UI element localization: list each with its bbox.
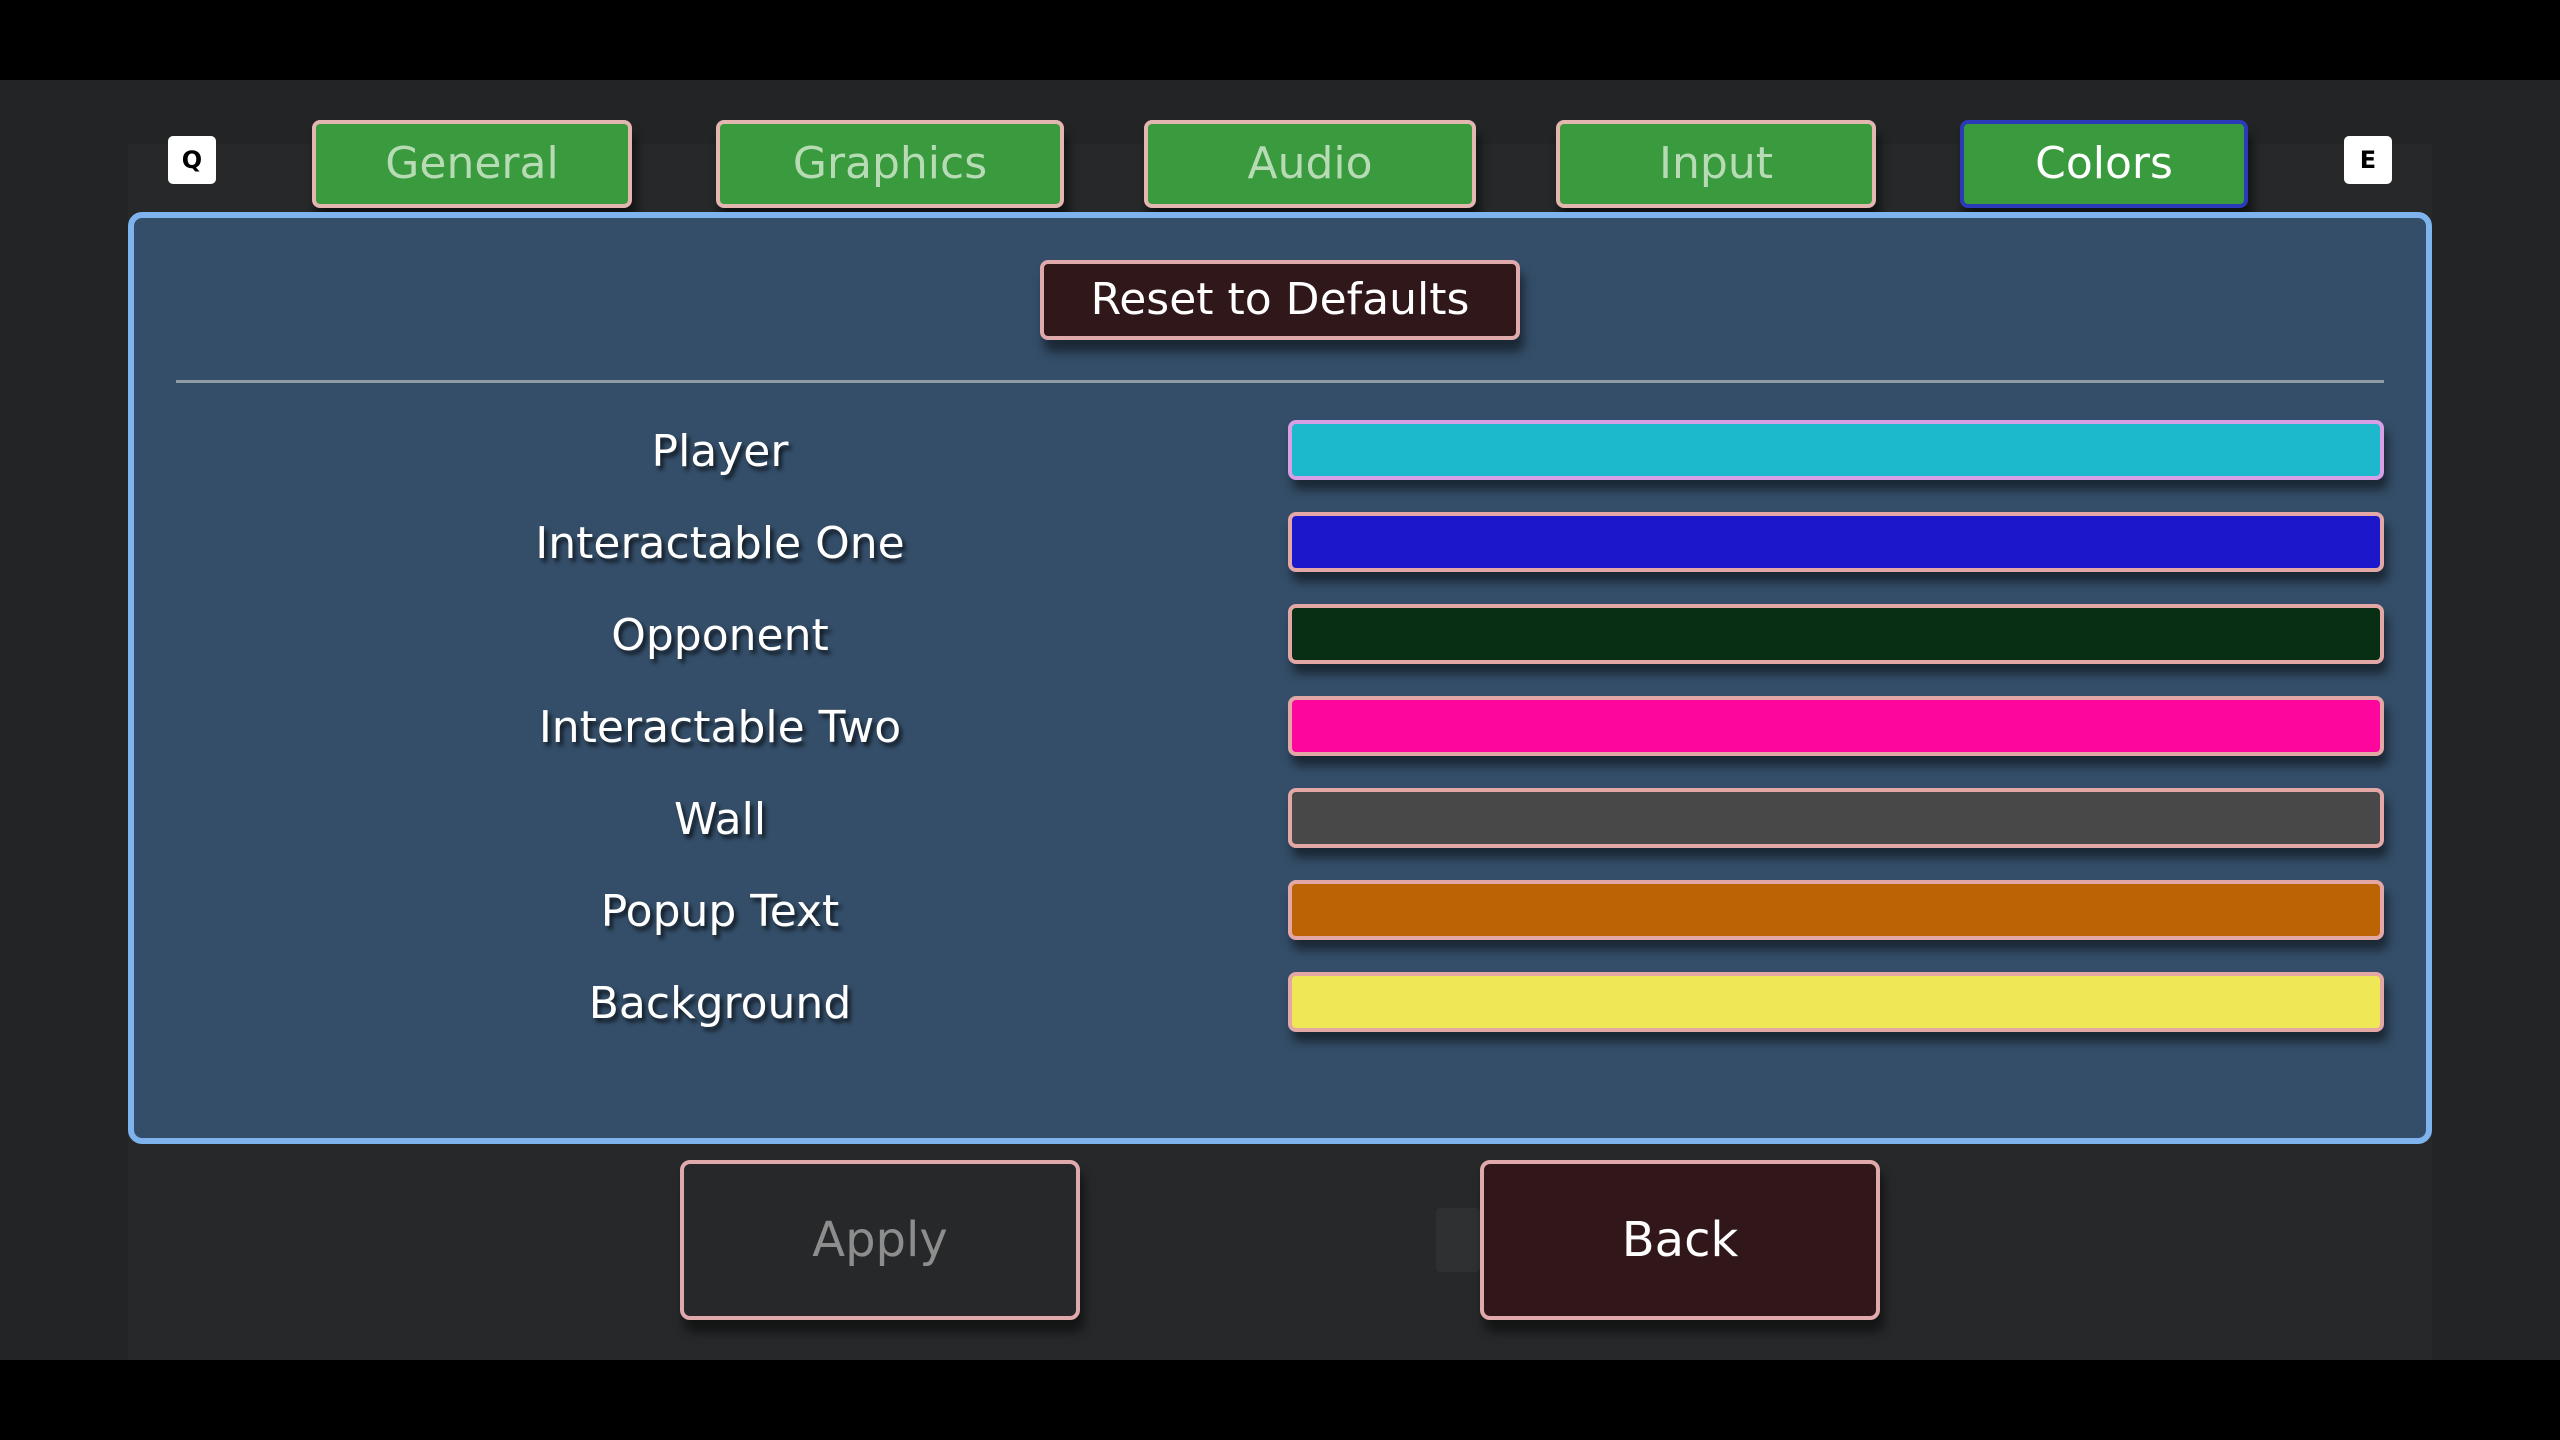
background-color-swatch[interactable] <box>1288 972 2384 1032</box>
tab-general[interactable]: General <box>312 120 632 208</box>
interactable-two-color-swatch[interactable] <box>1288 696 2384 756</box>
background-element <box>1436 1208 1480 1272</box>
interactable-one-label: Interactable One <box>535 518 905 569</box>
tab-input[interactable]: Input <box>1556 120 1876 208</box>
interactable-one-color-swatch[interactable] <box>1288 512 2384 572</box>
player-color-swatch[interactable] <box>1288 420 2384 480</box>
player-label: Player <box>651 426 789 477</box>
tab-colors[interactable]: Colors <box>1960 120 2248 208</box>
popup-text-label: Popup Text <box>600 886 840 937</box>
tab-audio[interactable]: Audio <box>1144 120 1476 208</box>
popup-text-color-swatch[interactable] <box>1288 880 2384 940</box>
back-button[interactable]: Back <box>1480 1160 1880 1320</box>
interactable-two-label: Interactable Two <box>538 702 902 753</box>
wall-color-swatch[interactable] <box>1288 788 2384 848</box>
divider <box>176 380 2384 383</box>
tab-graphics[interactable]: Graphics <box>716 120 1064 208</box>
next-tab-key-hint: E <box>2344 136 2392 184</box>
prev-tab-key-hint: Q <box>168 136 216 184</box>
opponent-color-swatch[interactable] <box>1288 604 2384 664</box>
opponent-label: Opponent <box>611 610 829 661</box>
apply-button[interactable]: Apply <box>680 1160 1080 1320</box>
background-label: Background <box>588 978 852 1029</box>
wall-label: Wall <box>673 794 767 845</box>
reset-to-defaults-button[interactable]: Reset to Defaults <box>1040 260 1520 340</box>
